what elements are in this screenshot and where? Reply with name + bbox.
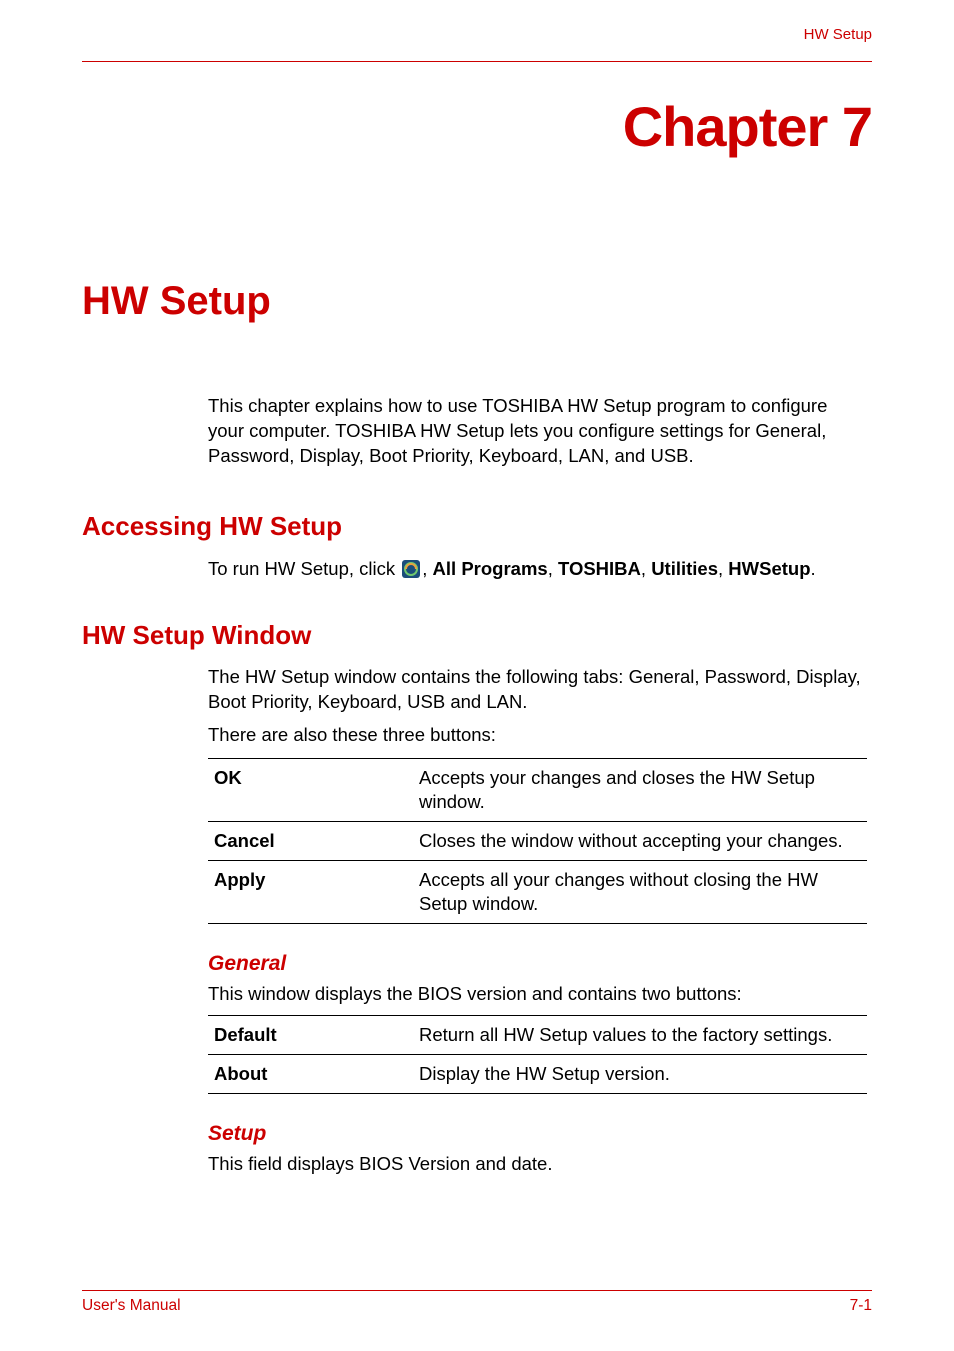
toshiba-label: TOSHIBA: [558, 558, 641, 579]
table-row: OK Accepts your changes and closes the H…: [208, 758, 867, 821]
window-desc: The HW Setup window contains the followi…: [208, 665, 867, 715]
desc-cancel: Closes the window without accepting your…: [413, 821, 867, 860]
table-row: About Display the HW Setup version.: [208, 1054, 867, 1093]
general-buttons-table: Default Return all HW Setup values to th…: [208, 1015, 867, 1094]
header-rule: [82, 61, 872, 62]
page-footer: User's Manual 7-1: [82, 1290, 872, 1315]
content-body: This chapter explains how to use TOSHIBA…: [208, 394, 867, 469]
term-cancel: Cancel: [208, 821, 413, 860]
term-apply: Apply: [208, 860, 413, 923]
general-subheading: General: [208, 952, 867, 976]
accessing-heading: Accessing HW Setup: [82, 511, 872, 542]
header-section-label: HW Setup: [82, 26, 872, 43]
table-row: Default Return all HW Setup values to th…: [208, 1015, 867, 1054]
utilities-label: Utilities: [651, 558, 718, 579]
sep3: ,: [641, 558, 651, 579]
hwsetup-label: HWSetup: [728, 558, 810, 579]
table-row: Cancel Closes the window without accepti…: [208, 821, 867, 860]
window-buttons-table: OK Accepts your changes and closes the H…: [208, 758, 867, 924]
setup-subheading: Setup: [208, 1122, 867, 1146]
buttons-intro: There are also these three buttons:: [208, 723, 867, 748]
footer-page-number: 7-1: [850, 1297, 872, 1315]
desc-about: Display the HW Setup version.: [413, 1054, 867, 1093]
sep4: ,: [718, 558, 728, 579]
sep1: ,: [422, 558, 432, 579]
windows-start-icon: [402, 559, 420, 577]
page-header: HW Setup: [82, 26, 872, 62]
run-prefix: To run HW Setup, click: [208, 558, 400, 579]
desc-ok: Accepts your changes and closes the HW S…: [413, 758, 867, 821]
term-ok: OK: [208, 758, 413, 821]
desc-apply: Accepts all your changes without closing…: [413, 860, 867, 923]
period: .: [811, 558, 816, 579]
desc-default: Return all HW Setup values to the factor…: [413, 1015, 867, 1054]
run-instruction: To run HW Setup, click , All Programs, T…: [208, 556, 867, 582]
term-about: About: [208, 1054, 413, 1093]
footer-rule: [82, 1290, 872, 1291]
sep2: ,: [548, 558, 558, 579]
table-row: Apply Accepts all your changes without c…: [208, 860, 867, 923]
setup-desc: This field displays BIOS Version and dat…: [208, 1152, 867, 1177]
general-desc: This window displays the BIOS version an…: [208, 982, 867, 1007]
chapter-title: Chapter 7: [82, 94, 872, 159]
page-title: HW Setup: [82, 279, 872, 324]
all-programs-label: All Programs: [433, 558, 548, 579]
term-default: Default: [208, 1015, 413, 1054]
intro-paragraph: This chapter explains how to use TOSHIBA…: [208, 394, 867, 469]
footer-left: User's Manual: [82, 1297, 181, 1315]
window-heading: HW Setup Window: [82, 620, 872, 651]
